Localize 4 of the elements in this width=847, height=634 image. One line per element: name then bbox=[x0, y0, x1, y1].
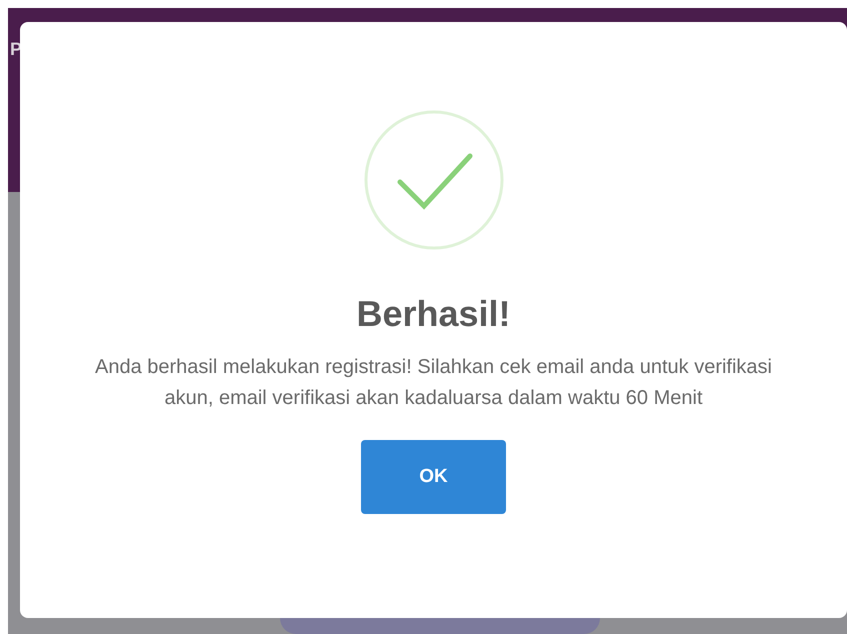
check-circle-icon bbox=[364, 110, 504, 250]
dialog-message: Anda berhasil melakukan registrasi! Silahkan cek email anda untuk verifikasi akun, email verifikasi akan kadaluarsa dalam waktu 60 Menit bbox=[94, 355, 773, 411]
ok-button[interactable]: OK bbox=[361, 440, 506, 514]
dialog-title: Berhasil! bbox=[356, 292, 511, 336]
